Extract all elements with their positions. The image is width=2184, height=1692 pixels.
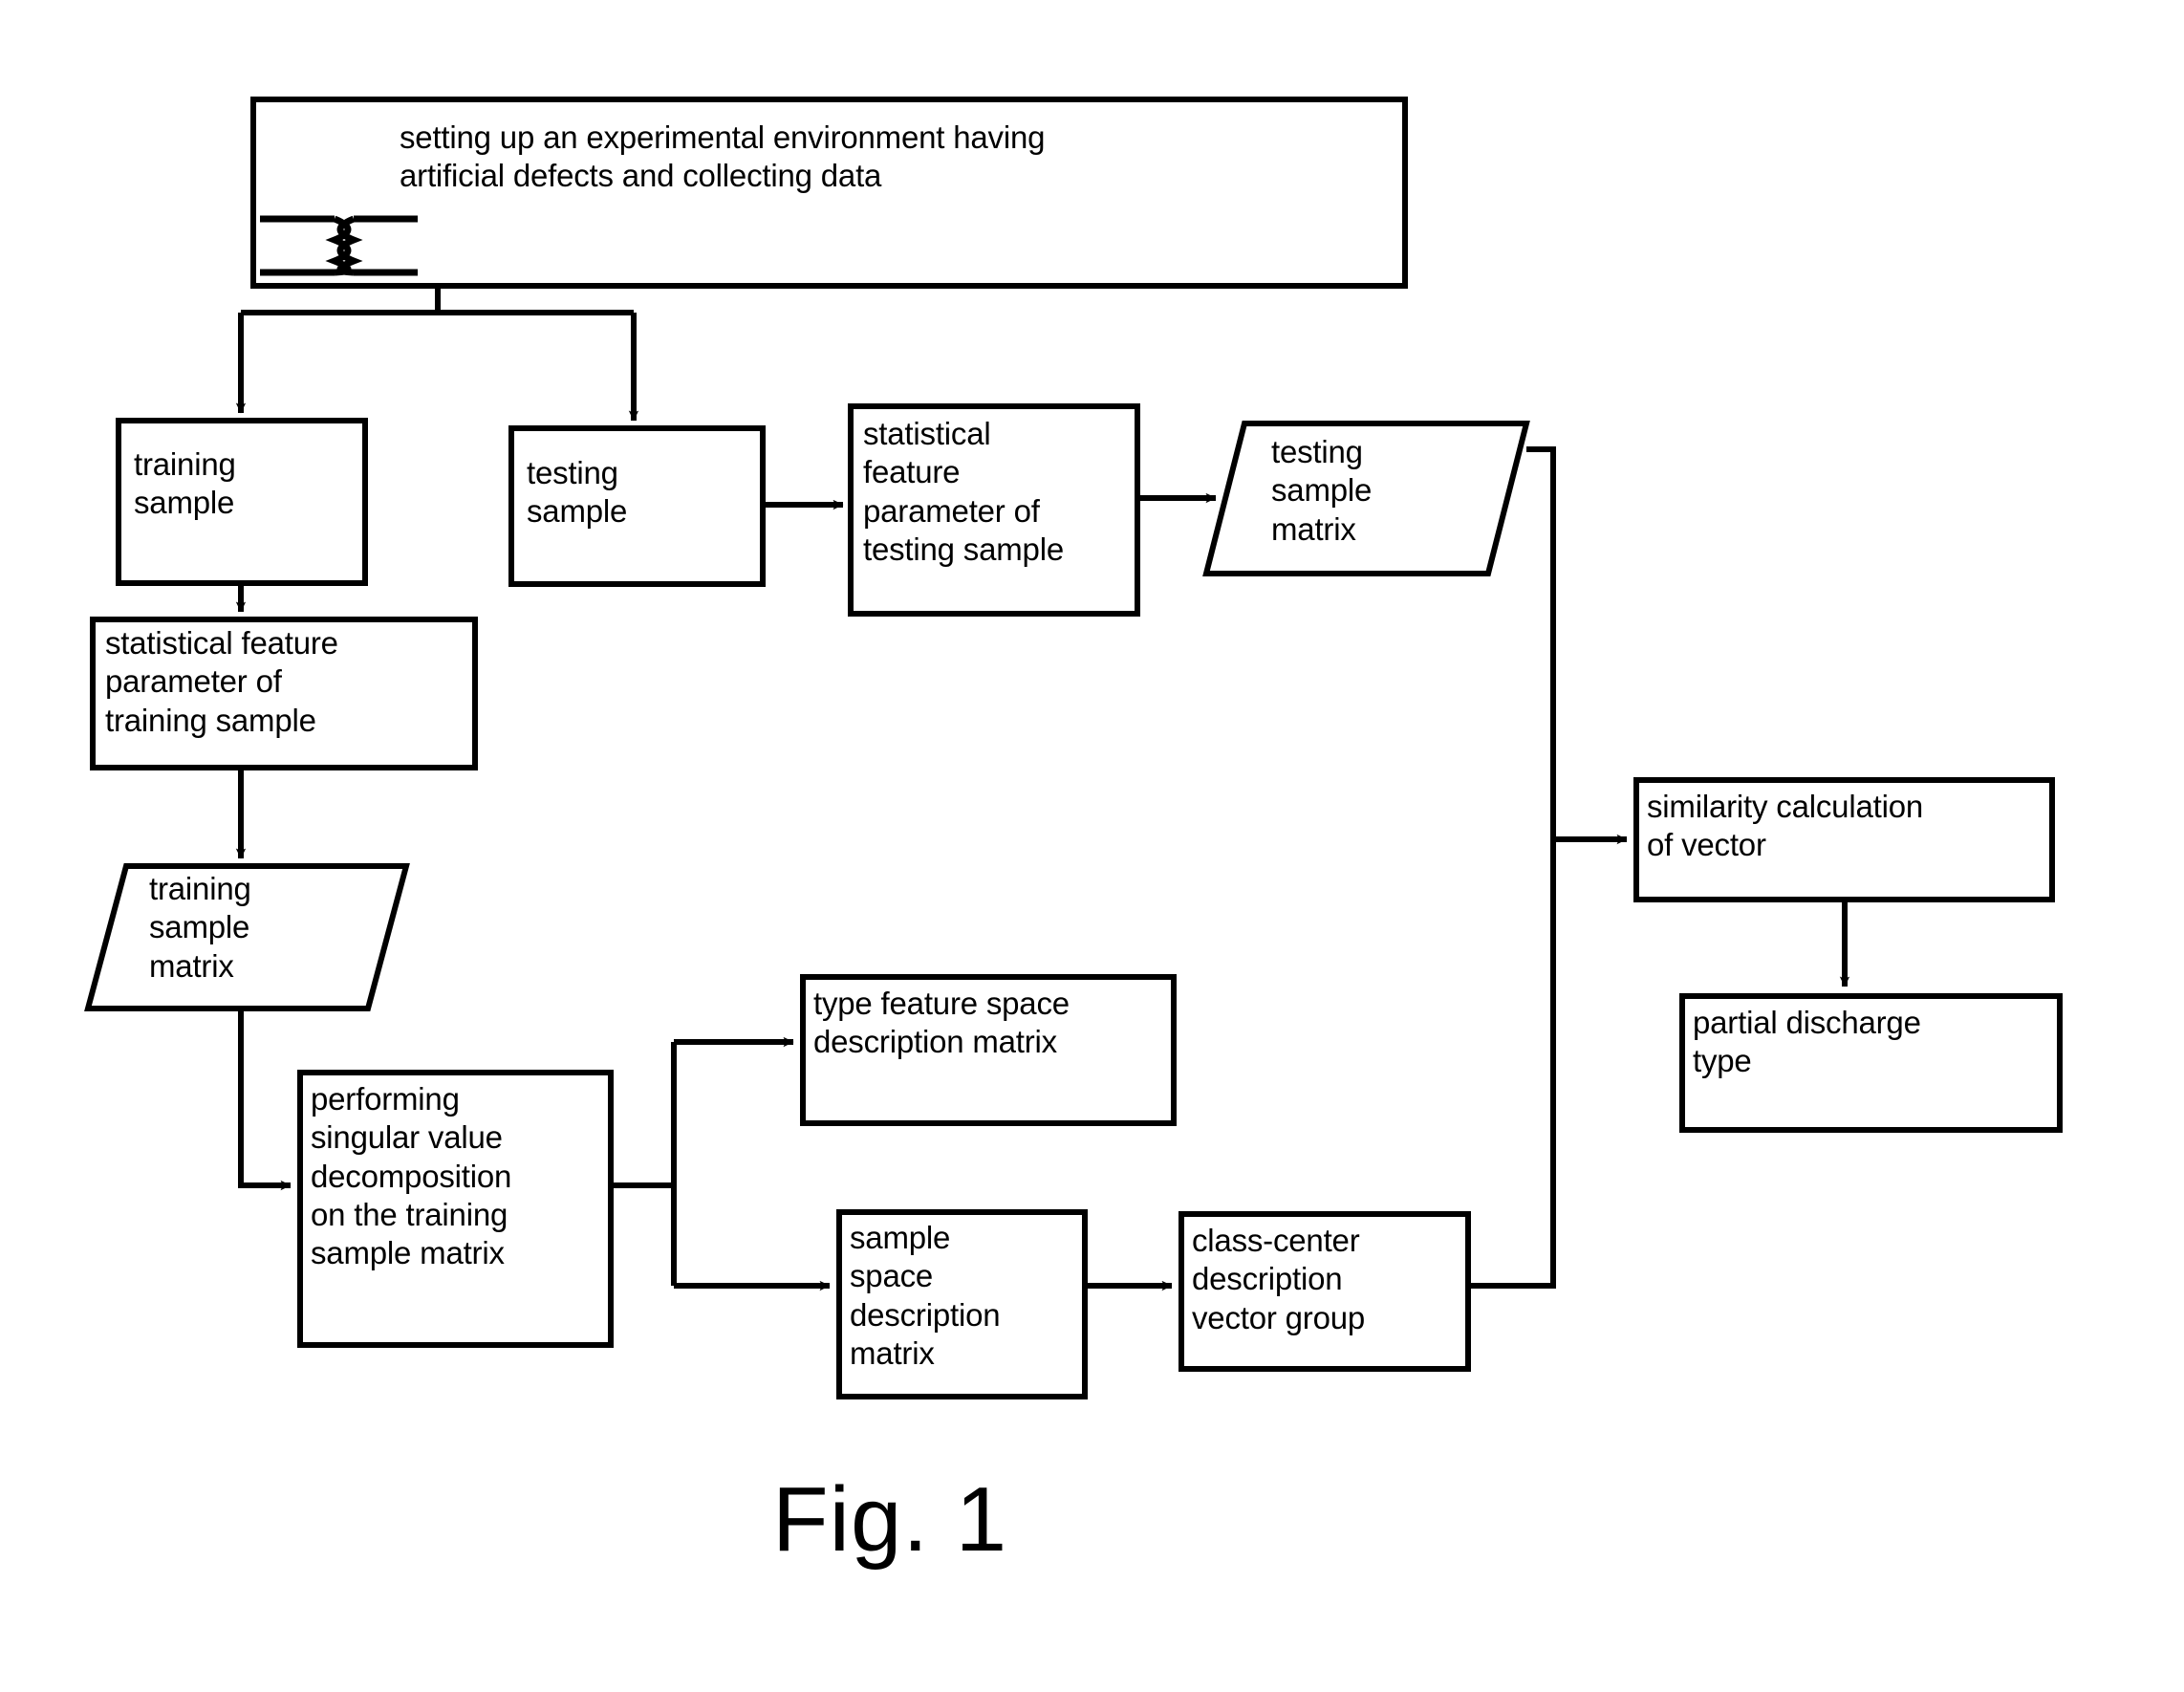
node-similarity-label: similarity calculation of vector [1647, 789, 1924, 863]
node-sample-space-label: sample space description matrix [850, 1220, 1001, 1371]
node-setup-label: setting up an experimental environment h… [400, 119, 1046, 194]
edge-setup-split [241, 286, 634, 315]
node-class-center-label: class-center description vector group [1192, 1223, 1366, 1335]
node-testing-sample-label: testing sample [527, 455, 628, 530]
node-type-feature-space-label: type feature space description matrix [813, 986, 1070, 1060]
edge-training-matrix-to-svd [238, 1009, 292, 1191]
transformer-coil-icon [260, 215, 418, 276]
node-partial-discharge-label: partial discharge type [1693, 1005, 1921, 1079]
node-training-sample-matrix-label: training sample matrix [149, 871, 251, 984]
node-training-sample-label: training sample [134, 446, 236, 521]
edge-class-center-to-similarity [1468, 834, 1628, 1289]
node-stat-feature-training-label: statistical feature parameter of trainin… [105, 625, 338, 738]
node-svd-label: performing singular value decomposition … [311, 1081, 512, 1270]
edge-svd-split [611, 1042, 677, 1286]
figure-canvas: setting up an experimental environment h… [0, 0, 2184, 1692]
node-testing-sample-matrix-label: testing sample matrix [1271, 434, 1373, 547]
figure-caption: Fig. 1 [772, 1468, 1008, 1571]
edge-testing-matrix-to-similarity [1526, 446, 1556, 839]
node-stat-feature-testing-label: statistical feature parameter of testing… [863, 416, 1064, 567]
